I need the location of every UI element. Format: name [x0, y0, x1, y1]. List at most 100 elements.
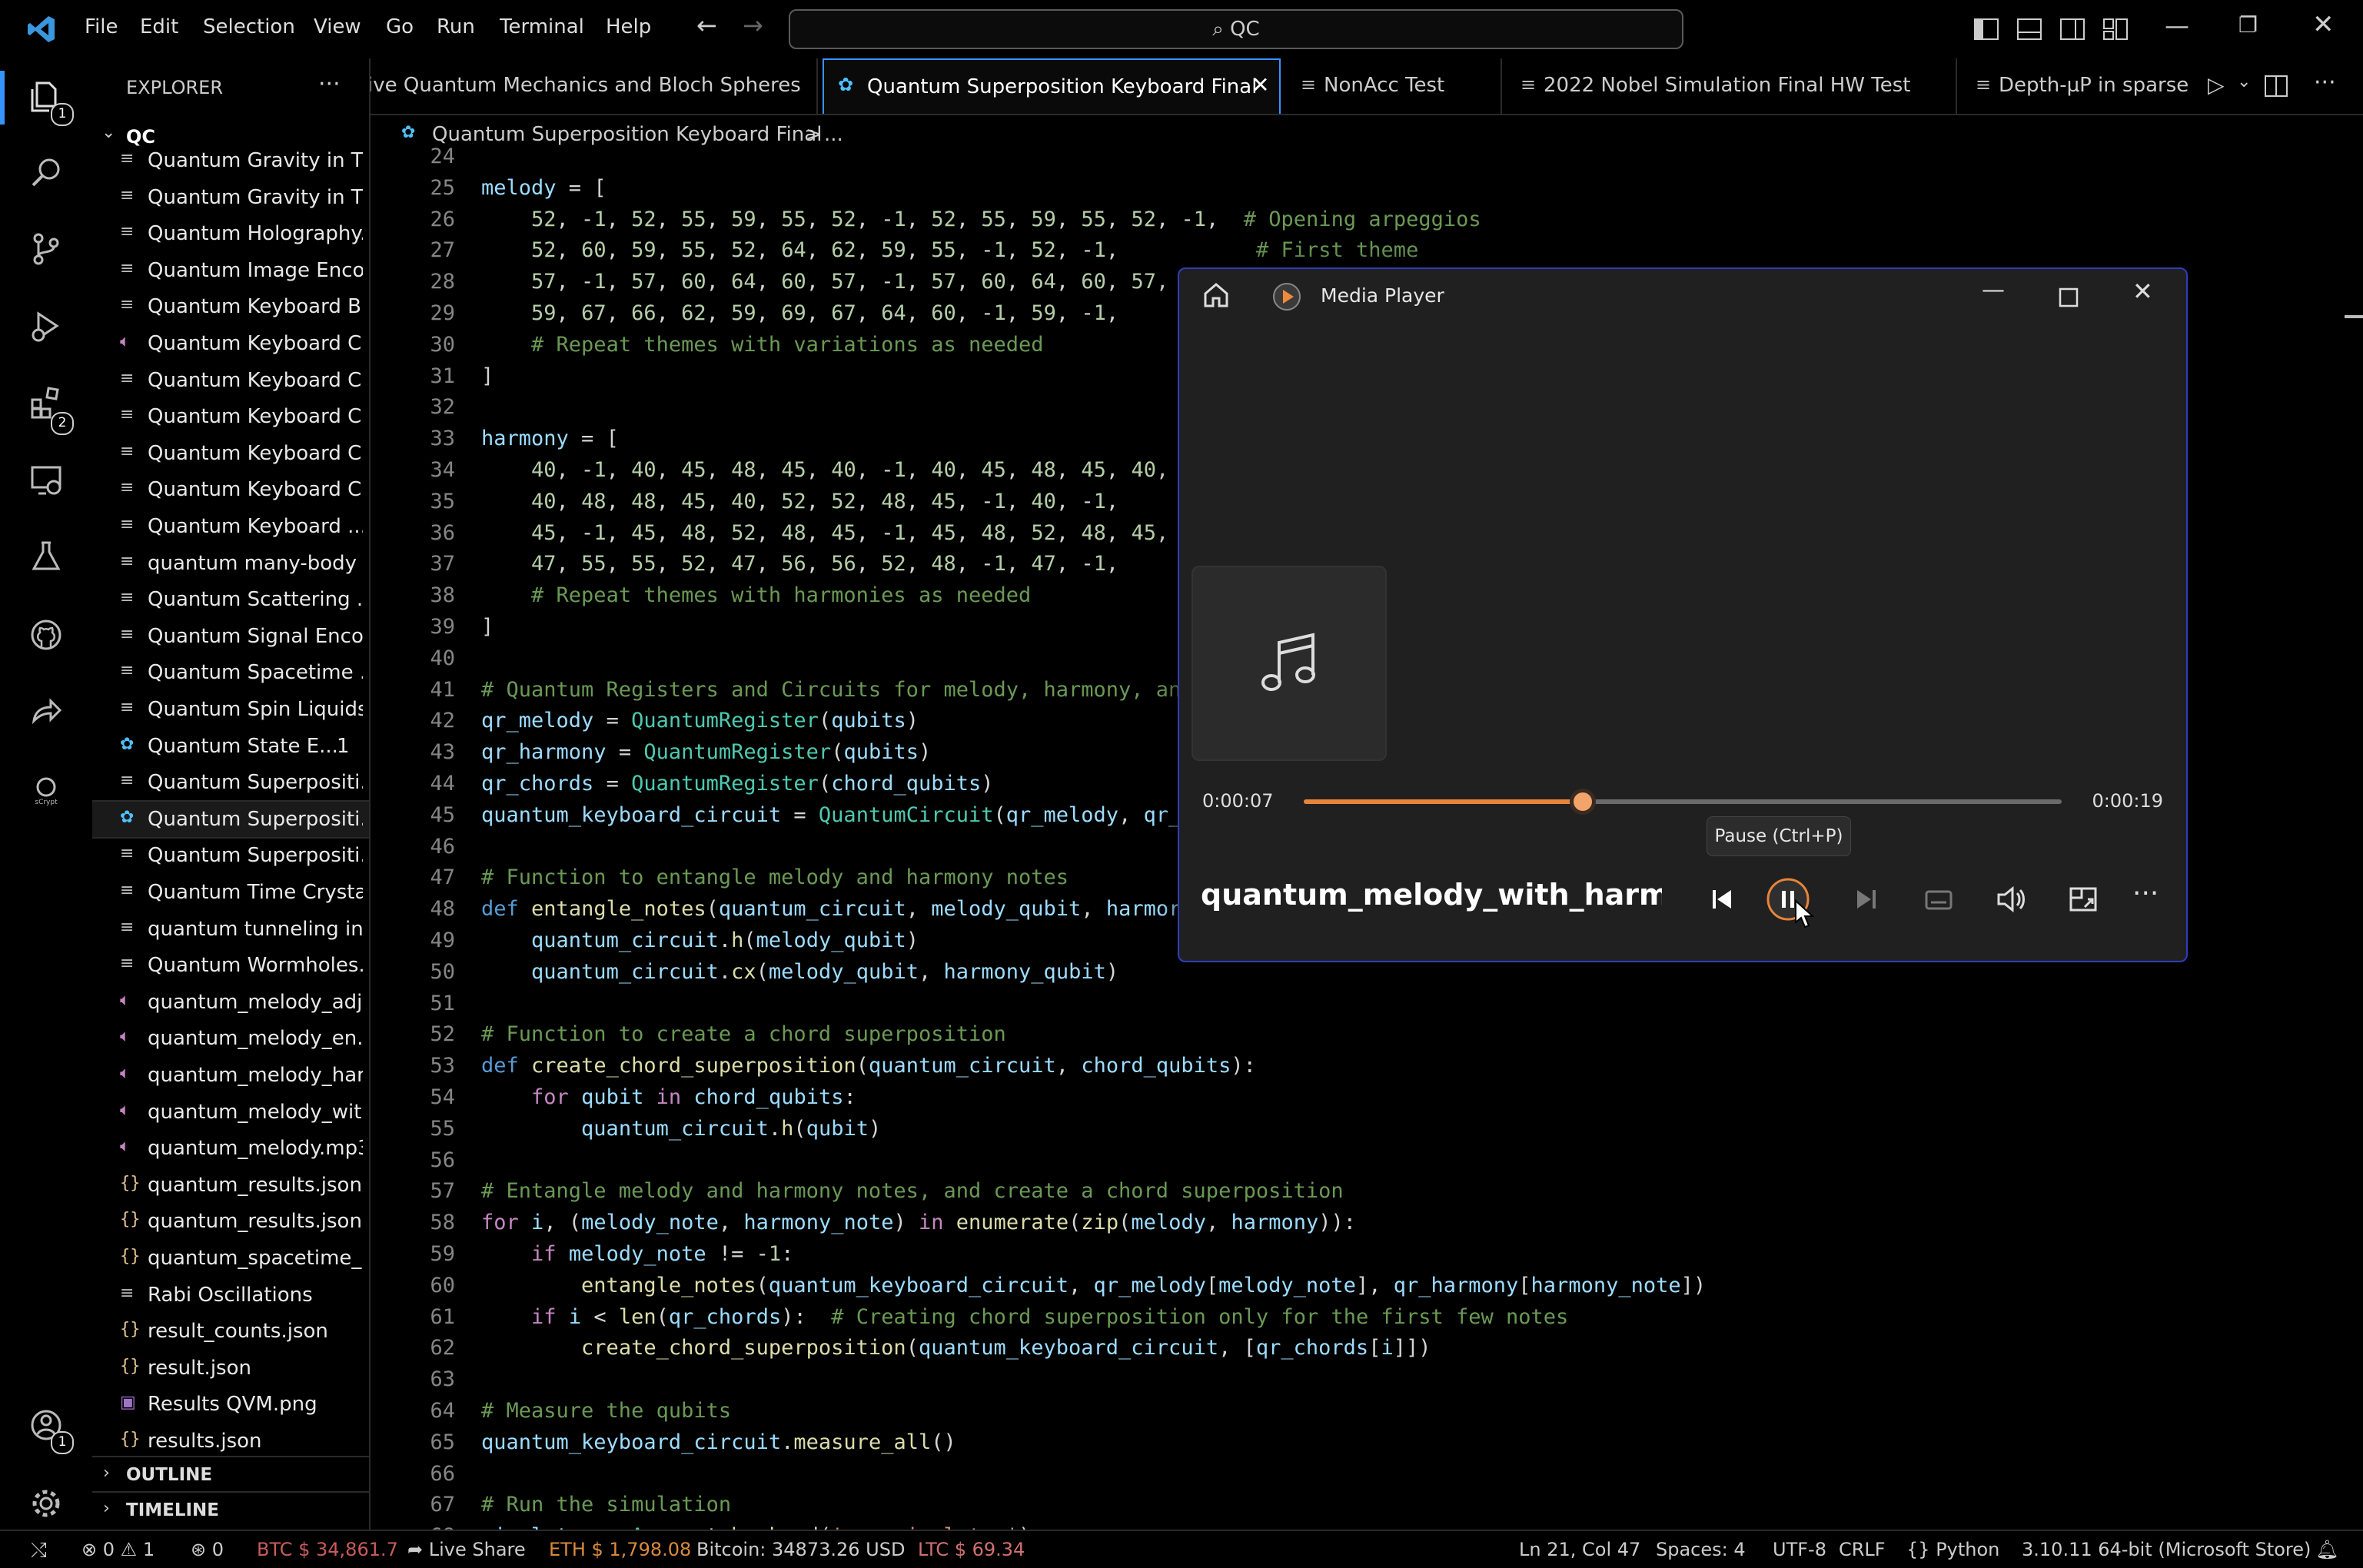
minimize-window-icon[interactable]: — — [2165, 11, 2189, 40]
file-tree-item[interactable]: {} quantum_spacetime_... — [92, 1241, 369, 1276]
file-tree-item[interactable]: ≡ Quantum Wormholes.... — [92, 948, 369, 983]
explorer-more-icon[interactable]: ··· — [318, 71, 341, 98]
file-tree-item[interactable]: ≡ Rabi Oscillations — [92, 1277, 369, 1313]
live-share-status[interactable]: ➦ Live Share — [407, 1539, 526, 1560]
file-tree-item[interactable]: 🔈︎ quantum_melody_adj... — [92, 985, 369, 1020]
toggle-panel-icon[interactable] — [2017, 18, 2042, 40]
notifications-bell-icon[interactable]: 🔔︎ — [2315, 1539, 2338, 1560]
tab-nonacc-test[interactable]: ≡ NonAcc Test — [1282, 58, 1502, 114]
file-tree-item[interactable]: ≡ Quantum Spacetime ... — [92, 655, 369, 690]
file-tree-item[interactable]: ✿ Quantum State E... 1 — [92, 729, 369, 764]
file-tree-item[interactable]: ▣ Results QVM.png — [92, 1387, 369, 1422]
menu-file[interactable]: File — [85, 15, 118, 38]
mini-player-icon[interactable] — [2060, 876, 2106, 922]
file-tree-item[interactable]: ≡ Quantum Signal Enco... — [92, 619, 369, 654]
scrypt-icon[interactable]: sCrypt — [29, 773, 63, 807]
file-tree-item[interactable]: ≡ Quantum Gravity in T... — [92, 143, 369, 178]
file-tree-item[interactable]: ≡ Quantum Gravity in T... — [92, 180, 369, 215]
back-arrow-icon[interactable]: ← — [696, 11, 717, 40]
file-tree-item[interactable]: 🔈︎ quantum_melody.mp3 — [92, 1131, 369, 1166]
problems-indicator[interactable]: ⊗ 0 ⚠ 1 — [81, 1539, 155, 1560]
file-tree-item[interactable]: ≡ Quantum Keyboard B... — [92, 289, 369, 324]
file-tree-item[interactable]: ≡ Quantum Keyboard C... — [92, 363, 369, 398]
remote-explorer-icon[interactable] — [29, 463, 63, 497]
tab-quantum-superposition-keyboard[interactable]: ✿ Quantum Superposition Keyboard Final ✕ — [823, 58, 1281, 114]
customize-layout-icon[interactable] — [2103, 18, 2128, 40]
toggle-primary-sidebar-icon[interactable] — [1974, 18, 1999, 40]
close-window-icon[interactable]: ✕ — [2312, 9, 2335, 40]
seek-bar-thumb[interactable] — [1569, 789, 1596, 815]
python-interpreter[interactable]: 3.10.11 64-bit (Microsoft Store) — [2022, 1539, 2311, 1560]
file-tree-item[interactable]: ≡ Quantum Superpositi... — [92, 765, 369, 800]
breadcrumb-rest[interactable]: ... — [824, 123, 843, 146]
file-tree-item[interactable]: 🔈︎ quantum_melody_en... — [92, 1021, 369, 1056]
file-tree-item[interactable]: 🔈︎ quantum_melody_wit... — [92, 1095, 369, 1130]
timeline-section[interactable]: › TIMELINE — [92, 1491, 369, 1528]
more-actions-icon[interactable]: ··· — [2314, 69, 2336, 96]
file-tree-item[interactable]: 🔈︎ quantum_melody_har... — [92, 1058, 369, 1093]
run-debug-icon[interactable] — [29, 309, 63, 343]
previous-track-icon[interactable] — [1699, 876, 1745, 922]
file-tree-item[interactable]: 🔈︎ Quantum Keyboard C... — [92, 326, 369, 361]
volume-icon[interactable] — [1988, 876, 2034, 922]
menu-view[interactable]: View — [314, 15, 361, 38]
file-tree-item[interactable]: {} result.json — [92, 1350, 369, 1386]
tab-bloch-spheres[interactable]: ive Quantum Mechanics and Bloch Spheres — [371, 58, 818, 114]
line-ending[interactable]: CRLF — [1839, 1539, 1886, 1560]
file-tree-item[interactable]: {} quantum_results.json.... — [92, 1204, 369, 1239]
file-tree-item[interactable]: ≡ Quantum Image Enco... — [92, 253, 369, 288]
more-options-icon[interactable]: ··· — [2132, 878, 2159, 909]
tab-depth-mup[interactable]: ≡ Depth-µP in sparse n — [1957, 58, 2188, 114]
next-track-icon[interactable] — [1843, 876, 1889, 922]
search-icon[interactable] — [29, 155, 63, 189]
language-mode[interactable]: {} Python — [1906, 1539, 1999, 1560]
file-tree-item[interactable]: ≡ Quantum Spin Liquids — [92, 692, 369, 727]
command-center-search[interactable]: ⌕ QC — [789, 9, 1683, 49]
run-icon[interactable]: ▷ — [2208, 72, 2225, 98]
file-tree-item[interactable]: ≡ Quantum Scattering ... — [92, 582, 369, 617]
gear-icon[interactable] — [29, 1487, 63, 1520]
file-tree-item[interactable]: ≡ quantum many-body ... — [92, 546, 369, 581]
outline-section[interactable]: › OUTLINE — [92, 1456, 369, 1493]
file-tree-item[interactable]: ≡ Quantum Keyboard C... — [92, 436, 369, 471]
eth-price[interactable]: ETH $ 1,798.08 — [549, 1539, 691, 1560]
forward-arrow-icon[interactable]: → — [743, 11, 763, 40]
remote-icon[interactable]: ⤭ — [31, 1539, 47, 1563]
file-tree-item[interactable]: ≡ Quantum Holography... — [92, 216, 369, 251]
menu-run[interactable]: Run — [437, 15, 475, 38]
ltc-price[interactable]: LTC $ 69.34 — [918, 1539, 1025, 1560]
home-icon[interactable] — [1202, 281, 1230, 309]
menu-selection[interactable]: Selection — [203, 15, 295, 38]
file-tree-item[interactable]: ≡ Quantum Keyboard ... — [92, 509, 369, 544]
file-tree-item[interactable]: ≡ Quantum Keyboard C... — [92, 472, 369, 507]
file-tree-item[interactable]: {} results.json — [92, 1423, 369, 1459]
scrollbar-thumb[interactable] — [2345, 315, 2363, 318]
encoding[interactable]: UTF-8 — [1773, 1539, 1826, 1560]
menu-edit[interactable]: Edit — [140, 15, 178, 38]
breadcrumb-file[interactable]: Quantum Superposition Keyboard Final — [432, 123, 822, 146]
restore-window-icon[interactable]: ❐ — [2238, 12, 2258, 38]
menu-go[interactable]: Go — [386, 15, 414, 38]
ports-indicator[interactable]: ⊛ 0 — [191, 1539, 224, 1560]
live-share-icon[interactable] — [29, 695, 63, 729]
file-tree-item[interactable]: ≡ Quantum Keyboard C... — [92, 399, 369, 434]
close-icon[interactable]: ✕ — [2132, 277, 2153, 306]
btc-price[interactable]: BTC $ 34,861.7 — [257, 1539, 398, 1560]
file-tree-item[interactable]: ≡ Quantum Time Crystal — [92, 875, 369, 910]
cursor-position[interactable]: Ln 21, Col 47 — [1519, 1539, 1640, 1560]
minimize-icon[interactable]: — — [1982, 277, 2005, 304]
file-tree-item[interactable]: {} quantum_results.json — [92, 1168, 369, 1203]
tab-nobel-simulation[interactable]: ≡ 2022 Nobel Simulation Final HW Test — [1502, 58, 1957, 114]
seek-bar[interactable] — [1304, 789, 2062, 815]
github-icon[interactable] — [29, 618, 63, 652]
menu-help[interactable]: Help — [606, 15, 651, 38]
file-tree-item[interactable]: ≡ quantum tunneling in... — [92, 912, 369, 947]
testing-flask-icon[interactable] — [29, 540, 63, 573]
file-tree-item[interactable]: ✿ Quantum Superpositi... — [92, 799, 369, 839]
source-control-icon[interactable] — [29, 232, 63, 266]
file-tree-item[interactable]: {} result_counts.json — [92, 1314, 369, 1349]
chevron-down-icon[interactable]: ⌄ — [2237, 72, 2251, 91]
file-tree-item[interactable]: ≡ Quantum Superpositi... — [92, 838, 369, 873]
split-editor-icon[interactable] — [2265, 75, 2288, 97]
menu-terminal[interactable]: Terminal — [500, 15, 584, 38]
